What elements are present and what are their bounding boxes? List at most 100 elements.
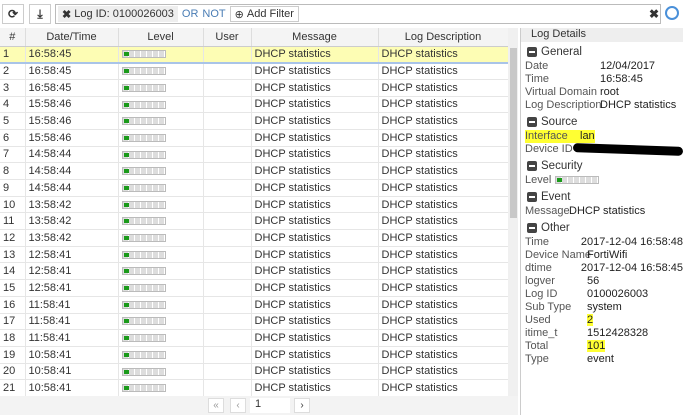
column-header[interactable]: User xyxy=(203,28,252,47)
download-icon: ⤓ xyxy=(37,6,43,21)
table-row[interactable]: 3 16:58:45 DHCP statistics DHCP statistics xyxy=(0,79,508,97)
section-header[interactable]: General xyxy=(527,46,683,58)
section-title: Source xyxy=(541,116,578,128)
add-filter-label: Add Filter xyxy=(246,8,294,20)
row-message: DHCP statistics xyxy=(251,262,379,281)
filter-chip[interactable]: ✖ Log ID: 0100026003 xyxy=(58,6,178,22)
table-scrollbar[interactable] xyxy=(508,28,518,396)
row-number: 11 xyxy=(0,212,26,231)
column-header[interactable]: Message xyxy=(251,28,379,47)
detail-value: lan xyxy=(580,130,595,142)
detail-key: Log ID xyxy=(525,288,558,300)
row-level xyxy=(118,313,204,331)
table-row[interactable]: 9 14:58:44 DHCP statistics DHCP statistics xyxy=(0,179,508,197)
collapse-icon[interactable] xyxy=(527,192,537,202)
column-header[interactable]: Date/Time xyxy=(25,28,119,47)
table-row[interactable]: 11 13:58:42 DHCP statistics DHCP statistics xyxy=(0,212,508,231)
column-header[interactable]: Level xyxy=(118,28,204,47)
section-header[interactable]: Event xyxy=(527,191,683,203)
table-row[interactable]: 12 13:58:42 DHCP statistics DHCP statistics xyxy=(0,229,508,247)
row-message: DHCP statistics xyxy=(251,46,379,64)
detail-key: Device ID xyxy=(525,143,573,155)
row-user xyxy=(203,296,252,314)
section-header[interactable]: Other xyxy=(527,222,683,234)
not-toggle[interactable]: NOT xyxy=(202,8,225,20)
section-header[interactable]: Security xyxy=(527,160,683,172)
row-log-description: DHCP statistics xyxy=(378,229,508,247)
download-button[interactable]: ⤓ xyxy=(29,4,51,24)
row-user xyxy=(203,262,252,281)
row-level xyxy=(118,329,204,347)
detail-key: Message xyxy=(525,205,570,217)
table-row[interactable]: 4 15:58:46 DHCP statistics DHCP statistics xyxy=(0,96,508,114)
detail-key: itime_t xyxy=(525,327,558,339)
level-bar xyxy=(121,317,166,326)
remove-filter-icon[interactable]: ✖ xyxy=(62,8,71,21)
row-log-description: DHCP statistics xyxy=(378,329,508,347)
row-log-description: DHCP statistics xyxy=(378,313,508,331)
table-row[interactable]: 16 11:58:41 DHCP statistics DHCP statistics xyxy=(0,296,508,314)
table-row[interactable]: 13 12:58:41 DHCP statistics DHCP statistics xyxy=(0,246,508,264)
collapse-icon[interactable] xyxy=(527,47,537,57)
row-level xyxy=(118,229,204,247)
row-log-description: DHCP statistics xyxy=(378,212,508,231)
page-number-input[interactable]: 1 xyxy=(250,398,290,413)
row-datetime: 12:58:41 xyxy=(25,246,119,264)
first-page-button[interactable]: « xyxy=(208,398,224,413)
table-row[interactable]: 20 10:58:41 DHCP statistics DHCP statistics xyxy=(0,363,508,381)
level-bar xyxy=(555,176,599,185)
column-header[interactable]: # xyxy=(0,28,26,47)
table-row[interactable]: 8 14:58:44 DHCP statistics DHCP statistics xyxy=(0,162,508,180)
row-datetime: 13:58:42 xyxy=(25,229,119,247)
detail-row: Log ID 0100026003 xyxy=(521,288,683,301)
detail-key: Date xyxy=(525,60,549,72)
row-log-description: DHCP statistics xyxy=(378,246,508,264)
detail-row: Device ID xyxy=(521,142,683,156)
section-header[interactable]: Source xyxy=(527,116,683,128)
level-bar xyxy=(121,250,166,259)
table-row[interactable]: 21 10:58:41 DHCP statistics DHCP statistics xyxy=(0,379,508,396)
table-row[interactable]: 18 11:58:41 DHCP statistics DHCP statistics xyxy=(0,329,508,347)
clock-icon[interactable] xyxy=(665,6,679,20)
collapse-icon[interactable] xyxy=(527,223,537,233)
table-row[interactable]: 14 12:58:41 DHCP statistics DHCP statistics xyxy=(0,262,508,281)
next-page-button[interactable]: › xyxy=(294,398,310,413)
level-bar xyxy=(121,117,166,126)
row-user xyxy=(203,246,252,264)
row-number: 21 xyxy=(0,379,26,396)
table-row[interactable]: 15 12:58:41 DHCP statistics DHCP statistics xyxy=(0,279,508,297)
scrollbar-thumb[interactable] xyxy=(510,48,517,218)
or-toggle[interactable]: OR xyxy=(182,8,199,20)
prev-page-button[interactable]: ‹ xyxy=(230,398,246,413)
add-filter-button[interactable]: ⊕ Add Filter xyxy=(229,6,299,22)
clear-filter-icon[interactable]: ✖ xyxy=(649,7,659,21)
row-datetime: 11:58:41 xyxy=(25,329,119,347)
row-number: 10 xyxy=(0,196,26,214)
table-row[interactable]: 7 14:58:44 DHCP statistics DHCP statistics xyxy=(0,146,508,164)
detail-value: DHCP statistics xyxy=(600,99,677,111)
row-level xyxy=(118,196,204,214)
collapse-icon[interactable] xyxy=(527,161,537,171)
refresh-button[interactable]: ⟳ xyxy=(2,4,24,24)
table-row[interactable]: 17 11:58:41 DHCP statistics DHCP statistics xyxy=(0,313,508,331)
level-bar xyxy=(121,217,166,226)
row-datetime: 13:58:42 xyxy=(25,212,119,231)
table-row[interactable]: 10 13:58:42 DHCP statistics DHCP statistics xyxy=(0,196,508,214)
level-bar xyxy=(121,133,166,142)
detail-row: Level xyxy=(521,174,683,187)
column-header[interactable]: Log Description xyxy=(378,28,508,47)
row-level xyxy=(118,129,204,147)
detail-key: Level xyxy=(525,174,552,186)
table-row[interactable]: 2 16:58:45 DHCP statistics DHCP statistics xyxy=(0,62,508,80)
table-row[interactable]: 19 10:58:41 DHCP statistics DHCP statistics xyxy=(0,346,508,364)
level-bar xyxy=(121,350,166,359)
table-row[interactable]: 5 15:58:46 DHCP statistics DHCP statistics xyxy=(0,112,508,130)
row-user xyxy=(203,179,252,197)
row-log-description: DHCP statistics xyxy=(378,279,508,297)
level-bar xyxy=(121,50,166,59)
table-row[interactable]: 6 15:58:46 DHCP statistics DHCP statistics xyxy=(0,129,508,147)
table-row[interactable]: 1 16:58:45 DHCP statistics DHCP statistics xyxy=(0,46,508,64)
collapse-icon[interactable] xyxy=(527,117,537,127)
filter-bar[interactable]: ✖ Log ID: 0100026003 OR NOT ⊕ Add Filter xyxy=(55,4,661,24)
row-number: 18 xyxy=(0,329,26,347)
